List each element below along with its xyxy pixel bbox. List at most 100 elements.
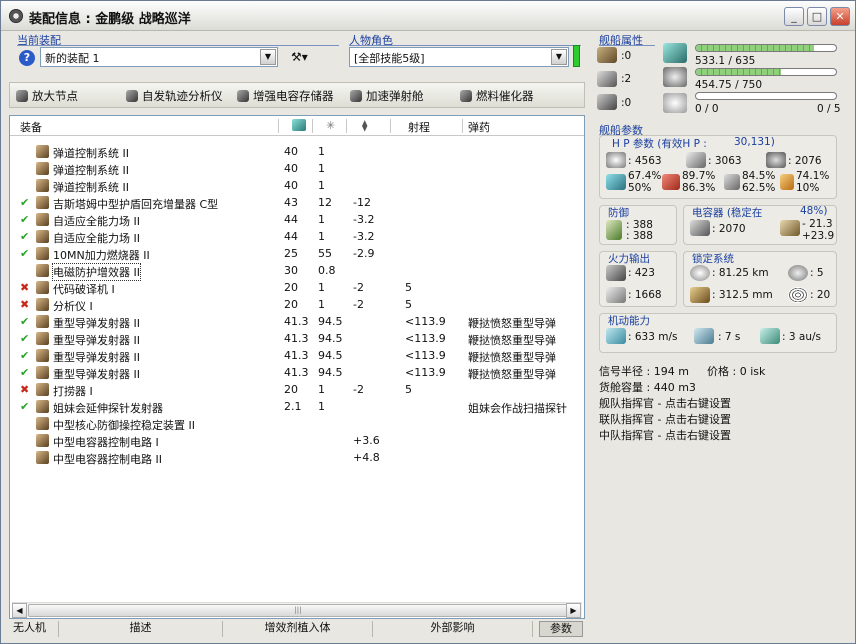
module-name: 吉斯塔姆中型护盾回充增量器 C型 [53, 198, 219, 211]
module-row[interactable]: ✔ 自适应全能力场 II 44 1 -3.2 [10, 212, 584, 229]
module-row[interactable]: 中型电容器控制电路 I +3.6 [10, 433, 584, 450]
module-row[interactable]: 弹道控制系统 II 40 1 [10, 144, 584, 161]
volley-value: : 1668 [628, 289, 662, 301]
toolbar-item[interactable]: 加速弹射舱 [350, 88, 424, 104]
module-icon [36, 247, 49, 261]
character-select[interactable]: [全部技能5级] ▼ [349, 47, 569, 67]
tools-icon[interactable]: ⚒▾ [291, 50, 308, 64]
module-row[interactable]: 弹道控制系统 II 40 1 [10, 178, 584, 195]
module-row[interactable]: ✔ 吉斯塔姆中型护盾回充增量器 C型 43 12 -12 [10, 195, 584, 212]
tab-external-effects[interactable]: 外部影响 [373, 621, 533, 637]
close-button[interactable]: ✕ [830, 7, 850, 26]
chevron-down-icon[interactable]: ▼ [551, 49, 567, 65]
armor-hp: : 3063 [708, 155, 742, 167]
module-status-icon[interactable]: ✔ [20, 196, 29, 209]
module-powergrid: 94.5 [318, 315, 343, 328]
powergrid-icon[interactable]: ✳ [326, 119, 335, 132]
module-status-icon[interactable]: ✖ [20, 298, 29, 311]
module-row[interactable]: 电磁防护增效器 II 30 0.8 [10, 263, 584, 281]
module-row[interactable]: 中型电容器控制电路 II +4.8 [10, 450, 584, 467]
module-status-icon[interactable]: ✔ [20, 213, 29, 226]
column-header-name[interactable]: 装备 [20, 119, 42, 135]
scroll-thumb[interactable]: ||| [28, 604, 568, 617]
toolbar-item[interactable]: 自发轨迹分析仪 [126, 88, 223, 104]
fit-select[interactable]: 新的装配 1 ▼ [40, 47, 278, 67]
module-powergrid: 1 [318, 400, 325, 413]
resist-value: 89.7% [682, 170, 716, 182]
module-powergrid: 0.8 [318, 264, 336, 277]
module-list[interactable]: 装备 ✳ ⧫ 射程 弹药 弹道控制系统 II 40 1 弹道控制系统 II 40 1 弹道控… [9, 115, 585, 619]
module-row[interactable]: ✔ 重型导弹发射器 II 41.3 94.5 <113.9 鞭挞愤怒重型导弹 [10, 314, 584, 331]
column-header-charge[interactable]: 弹药 [468, 119, 490, 135]
toolbar-item[interactable]: 燃料催化器 [460, 88, 534, 104]
max-targets-icon [788, 265, 808, 281]
warp-speed-icon [760, 328, 780, 344]
defense-value: : 388 [626, 230, 653, 242]
module-cpu: 41.3 [284, 332, 309, 345]
ship-stats-panel: 舰船属性 :0 :2 :0 533.1 / 635 454.75 / 750 0… [595, 31, 849, 637]
scroll-left-icon[interactable]: ◀ [12, 603, 27, 618]
bottom-tabs: 无人机 描述 增效剂植入体 外部影响 参数 [1, 621, 587, 637]
module-powergrid: 1 [318, 162, 325, 175]
signature-radius: 信号半径 : 194 m [599, 365, 689, 378]
module-status-icon[interactable]: ✔ [20, 366, 29, 379]
resist-value: 10% [796, 182, 820, 194]
module-icon [36, 332, 49, 346]
module-name: 姐妹会延伸探针发射器 [53, 402, 163, 415]
title-bar[interactable]: 装配信息 : 金鹏级 战略巡洋 _ □ ✕ [1, 1, 855, 31]
hp-label: H P 参数 (有效H P : [612, 138, 707, 150]
tab-parameters[interactable]: 参数 [539, 621, 583, 637]
shield-icon [606, 152, 626, 168]
module-status-icon[interactable]: ✔ [20, 349, 29, 362]
module-status-icon[interactable]: ✔ [20, 315, 29, 328]
chevron-down-icon[interactable]: ▼ [260, 49, 276, 65]
divider [599, 45, 655, 46]
toolbar-item[interactable]: 放大节点 [16, 88, 78, 104]
squad-commander[interactable]: 中队指挥官 - 点击右键设置 [599, 427, 731, 443]
module-row[interactable]: 中型核心防御操控稳定装置 II [10, 416, 584, 433]
module-row[interactable]: ✔ 自适应全能力场 II 44 1 -3.2 [10, 229, 584, 246]
module-status-icon[interactable]: ✔ [20, 247, 29, 260]
tab-description[interactable]: 描述 [59, 621, 223, 637]
module-status-icon[interactable]: ✔ [20, 230, 29, 243]
module-cpu: 25 [284, 247, 298, 260]
tab-drones[interactable]: 无人机 [1, 621, 59, 637]
module-status-icon[interactable]: ✔ [20, 400, 29, 413]
module-icon [36, 434, 49, 447]
module-status-icon[interactable]: ✖ [20, 383, 29, 396]
module-row[interactable]: ✖ 打捞器 I 20 1 -2 5 [10, 382, 584, 399]
module-status-icon[interactable]: ✔ [20, 332, 29, 345]
module-status-icon[interactable]: ✖ [20, 281, 29, 294]
launcher-hardpoint-icon [597, 71, 617, 87]
resist-value: 67.4% [628, 170, 662, 182]
toolbar-item[interactable]: 增强电容存储器 [237, 88, 334, 104]
module-row[interactable]: ✔ 重型导弹发射器 II 41.3 94.5 <113.9 鞭挞愤怒重型导弹 [10, 365, 584, 382]
drone-bandwidth-icon [663, 93, 687, 113]
scroll-right-icon[interactable]: ▶ [566, 603, 581, 618]
help-icon[interactable]: ? [19, 50, 35, 66]
module-capacitor: -2 [353, 298, 364, 311]
module-icon [36, 383, 49, 397]
tab-implants[interactable]: 增效剂植入体 [223, 621, 373, 637]
module-row[interactable]: ✔ 重型导弹发射器 II 41.3 94.5 <113.9 鞭挞愤怒重型导弹 [10, 331, 584, 348]
capacitor-box: 电容器 (稳定在 48%) : 2070 - 21.3 +23.9 [683, 205, 837, 245]
fleet-commander[interactable]: 舰队指挥官 - 点击右键设置 [599, 395, 731, 411]
module-icon [36, 145, 49, 158]
armor-icon [686, 152, 706, 168]
horizontal-scrollbar[interactable]: ◀ ||| ▶ [12, 602, 582, 618]
module-powergrid: 1 [318, 179, 325, 192]
capacitor-usage-icon[interactable]: ⧫ [362, 119, 367, 132]
minimize-button[interactable]: _ [784, 7, 804, 26]
module-row[interactable]: 弹道控制系统 II 40 1 [10, 161, 584, 178]
module-row[interactable]: ✔ 10MN加力燃烧器 II 25 55 -2.9 [10, 246, 584, 263]
module-powergrid: 1 [318, 213, 325, 226]
wing-commander[interactable]: 联队指挥官 - 点击右键设置 [599, 411, 731, 427]
module-icon [36, 213, 49, 227]
cpu-icon[interactable] [292, 119, 306, 131]
module-row[interactable]: ✖ 分析仪 I 20 1 -2 5 [10, 297, 584, 314]
column-header-range[interactable]: 射程 [408, 119, 430, 135]
module-row[interactable]: ✔ 重型导弹发射器 II 41.3 94.5 <113.9 鞭挞愤怒重型导弹 [10, 348, 584, 365]
maximize-button[interactable]: □ [807, 7, 827, 26]
module-row[interactable]: ✔ 姐妹会延伸探针发射器 2.1 1 姐妹会作战扫描探针 [10, 399, 584, 416]
module-row[interactable]: ✖ 代码破译机 I 20 1 -2 5 [10, 280, 584, 297]
